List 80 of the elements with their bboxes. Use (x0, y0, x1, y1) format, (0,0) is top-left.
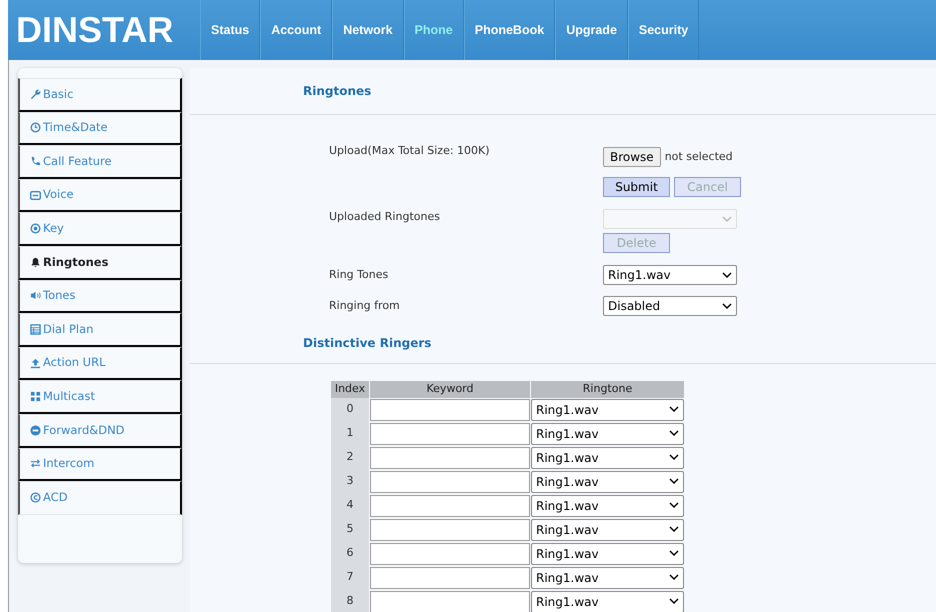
keyword-field[interactable] (370, 590, 530, 612)
sidebar-item[interactable]: ACD (18, 481, 182, 515)
keyword-field[interactable] (370, 566, 530, 588)
index-cell: 3 (331, 470, 369, 494)
sidebar-item[interactable]: Voice (18, 178, 182, 212)
keyword-field[interactable] (370, 422, 530, 444)
caret-icon (722, 216, 732, 222)
caret-icon (669, 598, 679, 605)
index-cell: 2 (331, 446, 369, 470)
keyword-field[interactable] (370, 542, 530, 564)
caret-icon (669, 550, 679, 557)
minus-circle-icon (30, 424, 41, 436)
speaker-icon (30, 290, 41, 302)
sidebar-item[interactable]: Multicast (18, 380, 182, 414)
caret-icon (669, 502, 679, 509)
select-field[interactable]: Ring1.wav (603, 265, 737, 285)
keyword-field[interactable] (370, 398, 530, 420)
field-label: Uploaded Ringtones (329, 209, 441, 225)
upload-icon (30, 358, 41, 369)
sidebar-item[interactable]: Tones (18, 280, 182, 314)
index-cell: 0 (331, 398, 369, 422)
keyword-field[interactable] (370, 470, 530, 492)
section-title: Distinctive Ringers (190, 324, 936, 364)
sidebar-item[interactable]: Key (18, 212, 182, 246)
select-field[interactable]: Ring1.wav (531, 446, 684, 468)
keyword-field[interactable] (370, 446, 530, 468)
index-cell: 6 (331, 542, 369, 566)
caret-icon (722, 302, 732, 310)
sidebar-item[interactable]: Time&Date (18, 112, 182, 146)
sidebar-item[interactable]: Basic (18, 78, 182, 112)
select-field[interactable]: Ring1.wav (531, 590, 684, 612)
keyword-field[interactable] (370, 518, 530, 540)
select-field[interactable]: Disabled (603, 296, 737, 316)
sidebar-item[interactable]: Intercom (18, 448, 182, 482)
index-cell: 5 (331, 518, 369, 542)
index-cell: 7 (331, 566, 369, 590)
select-field[interactable]: Ring1.wav (531, 566, 684, 588)
browse-button[interactable]: Browse (603, 147, 661, 167)
index-cell: 1 (331, 422, 369, 446)
clock-icon (30, 122, 41, 134)
select-field[interactable]: Ring1.wav (531, 422, 684, 444)
sidebar-item[interactable]: Forward&DND (18, 414, 182, 448)
phone-icon (30, 156, 41, 167)
select-field[interactable]: Ring1.wav (531, 494, 684, 516)
select-field[interactable]: Ring1.wav (531, 398, 684, 420)
logo: DINSTAR (15, 8, 174, 52)
field-label: Ringing from (329, 298, 401, 314)
section-title: Ringtones (190, 68, 936, 115)
wrench-icon (30, 88, 41, 100)
select-field[interactable]: Ring1.wav (531, 470, 684, 492)
bell-icon (30, 256, 41, 268)
index-cell: 8 (331, 590, 369, 612)
caret-icon (669, 478, 679, 485)
sidebar-item[interactable]: Ringtones (18, 246, 182, 280)
caret-icon (669, 406, 679, 413)
caret-icon (722, 272, 732, 278)
caret-icon (669, 574, 679, 581)
field-label: Upload(Max Total Size: 100K) (329, 143, 491, 159)
column-header: Keyword (370, 381, 530, 398)
voice-box-icon (30, 190, 41, 201)
keyword-field[interactable] (370, 494, 530, 516)
sidebar-item[interactable]: Dial Plan (18, 313, 182, 347)
index-cell: 4 (331, 494, 369, 518)
field-label: Ring Tones (329, 266, 390, 283)
copyright-icon (30, 492, 41, 504)
caret-icon (669, 430, 679, 437)
submit-button[interactable]: Submit (603, 177, 670, 197)
table-icon (30, 324, 41, 335)
column-header: Ringtone (531, 381, 684, 398)
grid-icon (30, 391, 41, 402)
sidebar-item[interactable]: Action URL (18, 346, 182, 380)
swap-arrows-icon (30, 458, 41, 470)
column-header: Index (331, 381, 369, 398)
target-icon (30, 223, 41, 234)
file-status-text: not selected (664, 148, 733, 165)
select-field[interactable]: Ring1.wav (531, 542, 684, 564)
sidebar-item[interactable]: Call Feature (18, 145, 182, 179)
caret-icon (669, 526, 679, 533)
select-field[interactable]: Ring1.wav (531, 518, 684, 540)
caret-icon (669, 454, 679, 461)
